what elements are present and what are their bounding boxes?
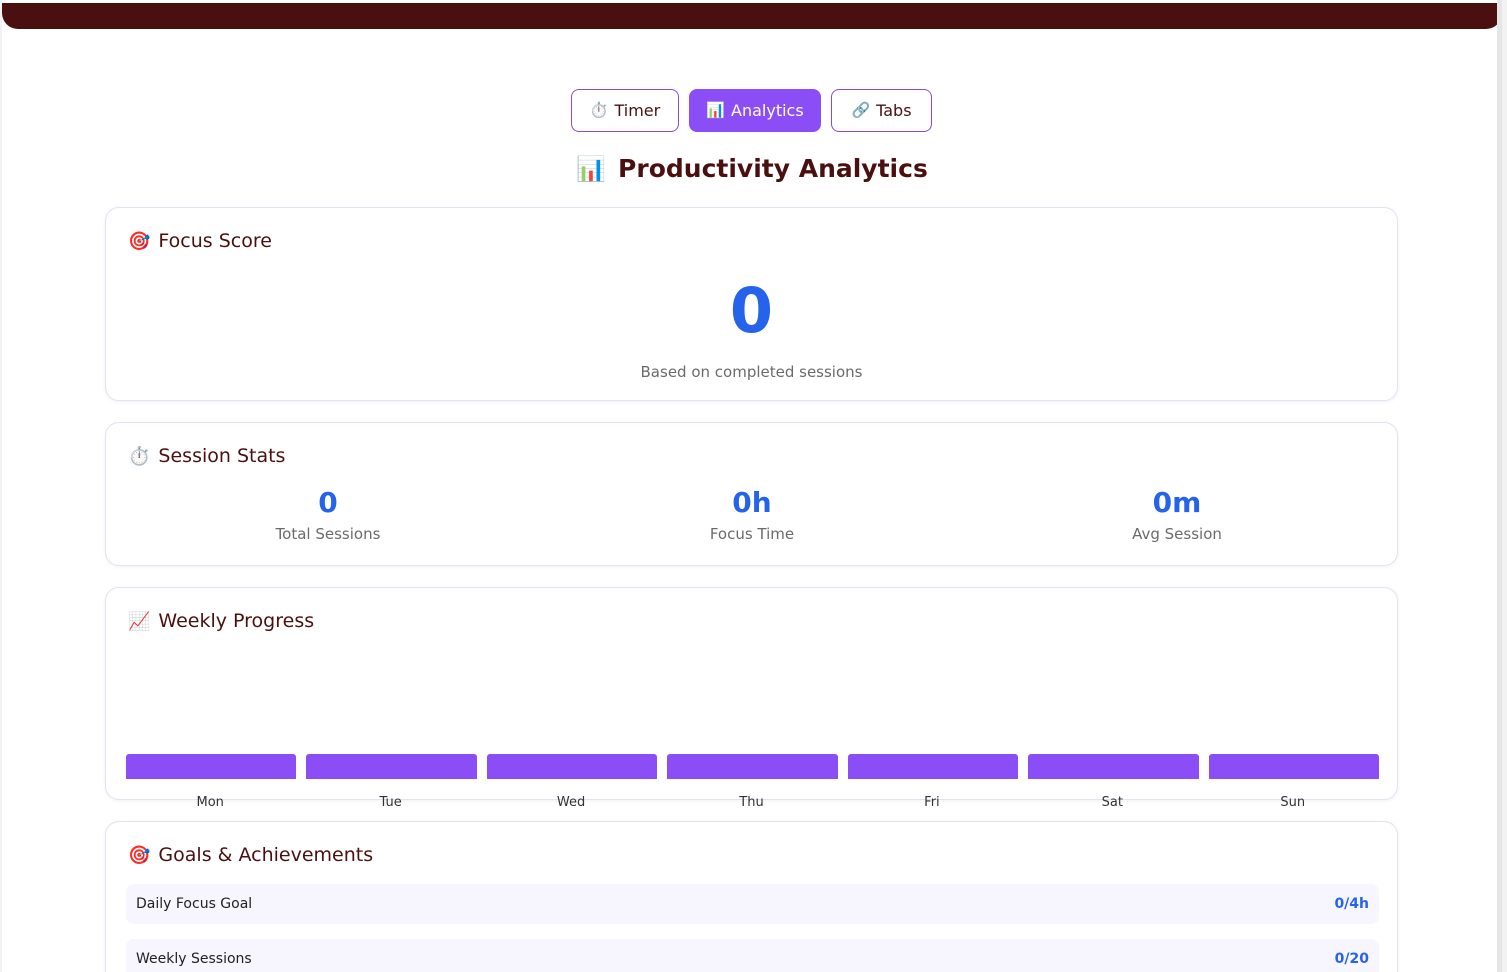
focus-score-note: Based on completed sessions (640, 363, 863, 381)
goals-title: Goals & Achievements (158, 844, 374, 866)
goals-card: 🎯 Goals & Achievements Daily Focus Goal … (105, 821, 1398, 972)
weekly-bar-thu (667, 754, 838, 779)
weekly-bar-mon (126, 754, 297, 779)
session-stats-card: ⏱️ Session Stats 0 Total Sessions 0h Foc… (105, 422, 1398, 566)
weekly-bar-tue (306, 754, 477, 779)
weekly-progress-card: 📈 Weekly Progress (105, 587, 1398, 800)
weekly-day-label: Wed (556, 795, 586, 810)
stat-label: Avg Session (1132, 525, 1222, 543)
goal-label: Daily Focus Goal (136, 896, 253, 912)
goals-heading: 🎯 Goals & Achievements (128, 844, 373, 866)
focus-score-title: Focus Score (158, 230, 272, 252)
tab-analytics-label: Analytics (731, 101, 804, 120)
tab-timer[interactable]: ⏱️ Timer (571, 89, 679, 132)
weekly-progress-heading: 📈 Weekly Progress (128, 610, 314, 632)
weekly-day-label: Thu (739, 795, 764, 810)
tab-analytics[interactable]: 📊 Analytics (689, 89, 821, 132)
session-stats-heading: ⏱️ Session Stats (128, 445, 285, 467)
goal-value: 0/4h (1334, 896, 1369, 912)
page-title-text: Productivity Analytics (618, 154, 928, 183)
stat-label: Total Sessions (275, 525, 381, 543)
stopwatch-icon: ⏱️ (589, 101, 609, 119)
focus-score-value: 0 (729, 274, 774, 347)
weekly-day-label: Tue (379, 795, 402, 810)
bar-chart-icon: 📊 (706, 101, 726, 119)
stat-value: 0h (732, 486, 772, 519)
stat-avg-session: 0m Avg Session (1077, 486, 1277, 544)
weekly-progress-title: Weekly Progress (158, 610, 315, 632)
stat-value: 0 (318, 486, 338, 519)
focus-score-heading: 🎯 Focus Score (128, 230, 272, 252)
goal-row-weekly-sessions: Weekly Sessions 0/20 (126, 939, 1379, 972)
bar-chart-icon: 📊 (576, 155, 607, 183)
stat-value: 0m (1152, 486, 1202, 519)
weekly-day-label: Sat (1101, 795, 1123, 810)
target-icon: 🎯 (128, 844, 151, 866)
tab-tabs[interactable]: 🔗 Tabs (831, 89, 932, 132)
weekly-day-label: Mon (196, 795, 224, 810)
goal-label: Weekly Sessions (136, 951, 252, 967)
weekly-bar-sun (1208, 754, 1379, 779)
page-title: 📊 Productivity Analytics (2, 154, 1502, 183)
weekly-day-label: Fri (924, 795, 940, 810)
chart-increasing-icon: 📈 (128, 610, 151, 632)
app-page: ⏱️ Timer 📊 Analytics 🔗 Tabs 📊 Productivit… (2, 0, 1502, 972)
stopwatch-icon: ⏱️ (128, 445, 151, 467)
vertical-scrollbar[interactable] (1497, 0, 1502, 972)
weekly-bar-sat (1028, 754, 1199, 779)
link-icon: 🔗 (851, 101, 871, 119)
goal-row-daily-focus: Daily Focus Goal 0/4h (126, 884, 1379, 924)
goal-value: 0/20 (1334, 951, 1369, 967)
stat-total-sessions: 0 Total Sessions (228, 486, 428, 544)
session-stats-title: Session Stats (158, 445, 286, 467)
weekly-day-label: Sun (1280, 795, 1306, 810)
top-header-bar (2, 3, 1502, 29)
stat-focus-time: 0h Focus Time (652, 486, 852, 544)
tab-tabs-label: Tabs (876, 101, 912, 120)
target-icon: 🎯 (128, 230, 151, 252)
tab-timer-label: Timer (614, 101, 661, 120)
weekly-bar-wed (486, 754, 658, 779)
nav-tabs: ⏱️ Timer 📊 Analytics 🔗 Tabs (2, 89, 1502, 132)
focus-score-card: 🎯 Focus Score 0 Based on completed sessi… (105, 207, 1398, 401)
weekly-bar-fri (847, 754, 1019, 779)
stat-label: Focus Time (709, 525, 795, 543)
